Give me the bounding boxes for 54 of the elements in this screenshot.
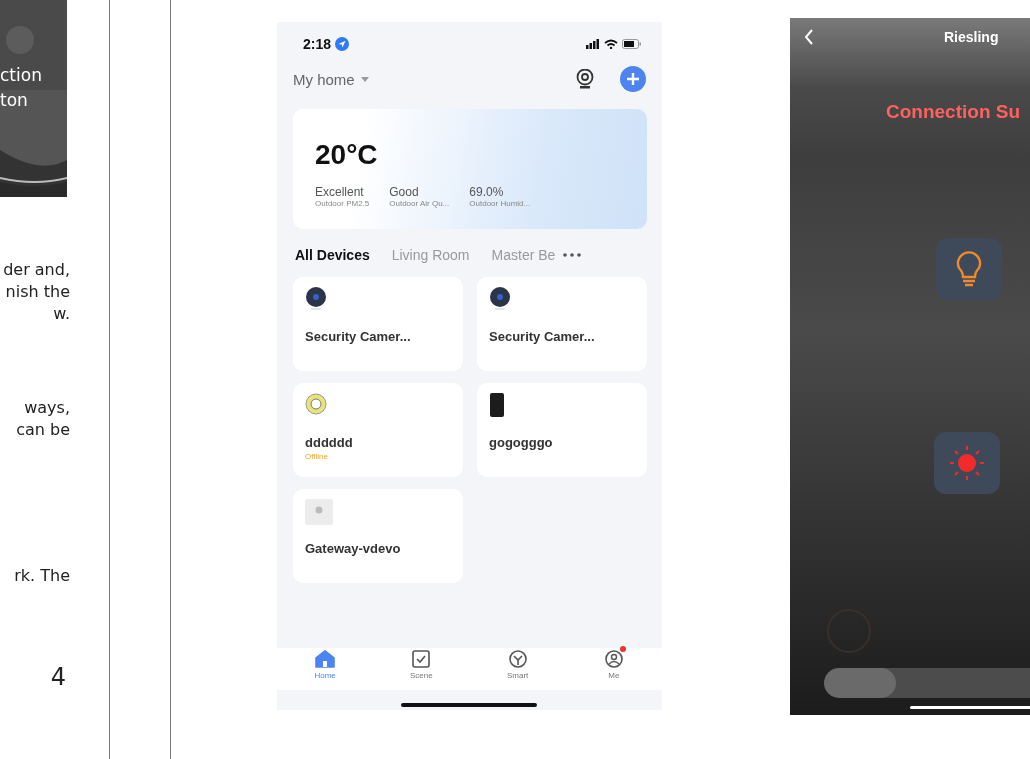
device-status: Offline xyxy=(305,452,329,461)
device-name: gogogggo xyxy=(489,435,554,450)
paragraph-text: der and, nish the w. xyxy=(2,259,70,325)
stat-label: Outdoor PM2.5 xyxy=(315,199,370,208)
nav-tab[interactable]: Home xyxy=(295,650,356,690)
paragraph-text: rk. The xyxy=(13,565,70,587)
device-card[interactable]: dddddd Offline xyxy=(293,383,463,477)
page-number: 4 xyxy=(49,663,66,691)
device-card[interactable]: Gateway-vdevo xyxy=(293,489,463,583)
camera-icon xyxy=(305,287,327,311)
connection-message: Connection Su xyxy=(886,101,1022,123)
bulb-icon xyxy=(954,250,984,288)
nav-tab[interactable]: Smart xyxy=(487,650,548,690)
device-name: Security Camer... xyxy=(489,329,596,344)
profile-icon xyxy=(603,650,624,668)
brightness-slider[interactable] xyxy=(824,668,1030,698)
control-tile[interactable] xyxy=(934,432,1000,494)
wifi-icon xyxy=(604,39,618,49)
temperature-text: 20°C xyxy=(315,139,379,171)
checkbox-icon xyxy=(411,650,432,668)
stat-value: 69.0% xyxy=(469,185,505,199)
signal-icon xyxy=(586,39,600,49)
paragraph-text: ways, can be xyxy=(15,397,70,441)
stat-label: Outdoor Air Qu... xyxy=(389,199,450,208)
more-icon[interactable] xyxy=(563,253,582,257)
doorbell-icon xyxy=(489,393,505,417)
sun-icon xyxy=(949,445,985,481)
device-card[interactable]: Security Camer... xyxy=(293,277,463,371)
camera-icon[interactable] xyxy=(576,69,594,89)
device-name: Gateway-vdevo xyxy=(305,541,402,556)
photo-caption: ction ton xyxy=(0,64,42,112)
location-icon xyxy=(335,37,350,51)
device-card[interactable]: Security Camer... xyxy=(477,277,647,371)
device-card[interactable]: gogogggo xyxy=(477,383,647,477)
camera-icon xyxy=(489,287,511,311)
caret-icon xyxy=(360,76,369,82)
nav-tab[interactable]: Me xyxy=(583,650,644,690)
device-name: dddddd xyxy=(305,435,354,450)
smart-icon xyxy=(507,650,528,668)
battery-icon xyxy=(622,39,642,49)
add-icon[interactable] xyxy=(620,66,646,92)
control-tile[interactable] xyxy=(936,238,1002,300)
stat-value: Good xyxy=(389,185,420,199)
stat-value: Excellent xyxy=(315,185,365,199)
nav-tab[interactable]: Scene xyxy=(391,650,452,690)
device-title: Riesling xyxy=(944,29,999,45)
gateway-icon xyxy=(305,499,333,525)
home-selector[interactable]: My home xyxy=(293,70,369,88)
back-icon[interactable] xyxy=(804,29,814,45)
device-name: Security Camer... xyxy=(305,329,412,344)
sensor-icon xyxy=(305,393,327,415)
room-tab[interactable]: All Devices xyxy=(295,247,370,263)
stat-label: Outdoor Humid... xyxy=(469,199,531,208)
status-time: 2:18 xyxy=(303,36,332,52)
